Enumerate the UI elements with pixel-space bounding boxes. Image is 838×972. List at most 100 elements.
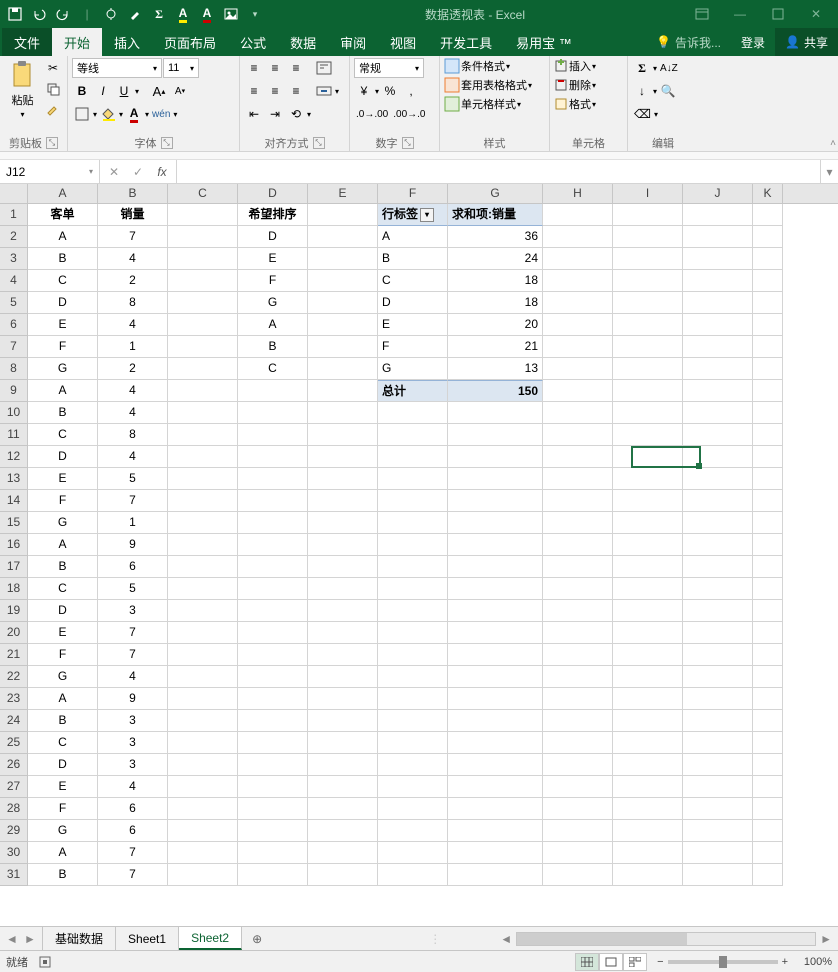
cell[interactable] xyxy=(308,226,378,248)
cell[interactable] xyxy=(613,622,683,644)
zoom-slider[interactable] xyxy=(668,960,778,964)
fill-color-icon[interactable] xyxy=(98,104,118,124)
cell[interactable] xyxy=(448,820,543,842)
cell[interactable] xyxy=(683,490,753,512)
cell[interactable]: 18 xyxy=(448,270,543,292)
redo-icon[interactable] xyxy=(52,3,74,25)
row-header[interactable]: 23 xyxy=(0,688,27,710)
cell[interactable] xyxy=(308,710,378,732)
align-right-icon[interactable]: ≡ xyxy=(286,81,306,101)
add-sheet-button[interactable]: ⊕ xyxy=(242,927,272,950)
cell[interactable] xyxy=(613,270,683,292)
cell[interactable] xyxy=(448,402,543,424)
cell[interactable] xyxy=(378,490,448,512)
cell[interactable] xyxy=(378,710,448,732)
cell[interactable] xyxy=(378,578,448,600)
cell[interactable]: 总计 xyxy=(378,380,448,402)
cell[interactable] xyxy=(378,600,448,622)
cell[interactable] xyxy=(448,424,543,446)
cell[interactable] xyxy=(378,776,448,798)
pic-icon[interactable] xyxy=(220,3,242,25)
row-header[interactable]: 19 xyxy=(0,600,27,622)
cell[interactable] xyxy=(753,358,783,380)
cell[interactable]: 1 xyxy=(98,336,168,358)
cell[interactable]: C xyxy=(28,732,98,754)
cell[interactable] xyxy=(238,842,308,864)
cell[interactable] xyxy=(308,666,378,688)
sum-icon[interactable]: Σ xyxy=(148,3,170,25)
tab-layout[interactable]: 页面布局 xyxy=(152,28,228,56)
cell[interactable]: A xyxy=(28,688,98,710)
font-name-combo[interactable]: 等线▾ xyxy=(72,58,162,78)
cell[interactable] xyxy=(378,820,448,842)
row-header[interactable]: 29 xyxy=(0,820,27,842)
cell[interactable] xyxy=(308,336,378,358)
cell[interactable] xyxy=(168,732,238,754)
cell[interactable] xyxy=(238,644,308,666)
cell[interactable] xyxy=(308,402,378,424)
row-header[interactable]: 12 xyxy=(0,446,27,468)
cell[interactable] xyxy=(378,424,448,446)
cell[interactable] xyxy=(448,600,543,622)
cell[interactable] xyxy=(238,688,308,710)
col-header[interactable]: B xyxy=(98,184,168,203)
find-icon[interactable]: 🔍 xyxy=(658,81,678,101)
align-launcher[interactable]: ⤡ xyxy=(313,137,325,149)
cell[interactable] xyxy=(613,490,683,512)
cell[interactable] xyxy=(168,314,238,336)
hscroll-left-icon[interactable]: ◄ xyxy=(496,932,516,946)
tab-addon[interactable]: 易用宝 ™ xyxy=(504,28,584,56)
cell[interactable] xyxy=(238,622,308,644)
cell[interactable] xyxy=(753,798,783,820)
phonetic-icon[interactable]: wén xyxy=(150,104,172,124)
cell[interactable] xyxy=(168,424,238,446)
border-icon[interactable] xyxy=(72,104,92,124)
cell[interactable] xyxy=(448,468,543,490)
cell[interactable] xyxy=(168,578,238,600)
cell[interactable] xyxy=(378,732,448,754)
cell[interactable] xyxy=(168,644,238,666)
cell[interactable] xyxy=(613,600,683,622)
cell[interactable] xyxy=(238,534,308,556)
cell[interactable] xyxy=(753,578,783,600)
cell[interactable] xyxy=(238,468,308,490)
cell[interactable] xyxy=(168,534,238,556)
row-header[interactable]: 27 xyxy=(0,776,27,798)
cell[interactable] xyxy=(378,666,448,688)
cell[interactable] xyxy=(448,556,543,578)
cell[interactable] xyxy=(613,754,683,776)
merge-icon[interactable] xyxy=(314,81,334,101)
cell[interactable] xyxy=(753,820,783,842)
cell[interactable] xyxy=(753,556,783,578)
cell[interactable] xyxy=(613,380,683,402)
comma-icon[interactable]: , xyxy=(401,81,421,101)
view-layout-icon[interactable] xyxy=(599,953,623,971)
cell[interactable]: 7 xyxy=(98,864,168,886)
cell[interactable]: C xyxy=(378,270,448,292)
underline-button[interactable]: U xyxy=(114,81,134,101)
cell[interactable] xyxy=(753,402,783,424)
enter-formula-icon[interactable]: ✓ xyxy=(128,162,148,182)
cell[interactable] xyxy=(378,512,448,534)
collapse-ribbon-icon[interactable]: ˄ xyxy=(830,138,836,149)
cell[interactable] xyxy=(378,754,448,776)
cell[interactable] xyxy=(308,490,378,512)
col-header[interactable]: F xyxy=(378,184,448,203)
cell[interactable]: B xyxy=(28,248,98,270)
cell[interactable]: D xyxy=(28,446,98,468)
cell[interactable] xyxy=(378,644,448,666)
cell[interactable]: B xyxy=(28,710,98,732)
cell[interactable] xyxy=(378,798,448,820)
cell[interactable] xyxy=(683,204,753,226)
cell[interactable]: 7 xyxy=(98,842,168,864)
touch-icon[interactable] xyxy=(100,3,122,25)
cell[interactable] xyxy=(308,842,378,864)
cell[interactable] xyxy=(753,622,783,644)
cell[interactable] xyxy=(238,424,308,446)
cell[interactable] xyxy=(683,578,753,600)
col-header[interactable]: D xyxy=(238,184,308,203)
cell[interactable]: C xyxy=(28,424,98,446)
italic-button[interactable]: I xyxy=(93,81,113,101)
cell[interactable] xyxy=(683,622,753,644)
cell[interactable] xyxy=(683,776,753,798)
